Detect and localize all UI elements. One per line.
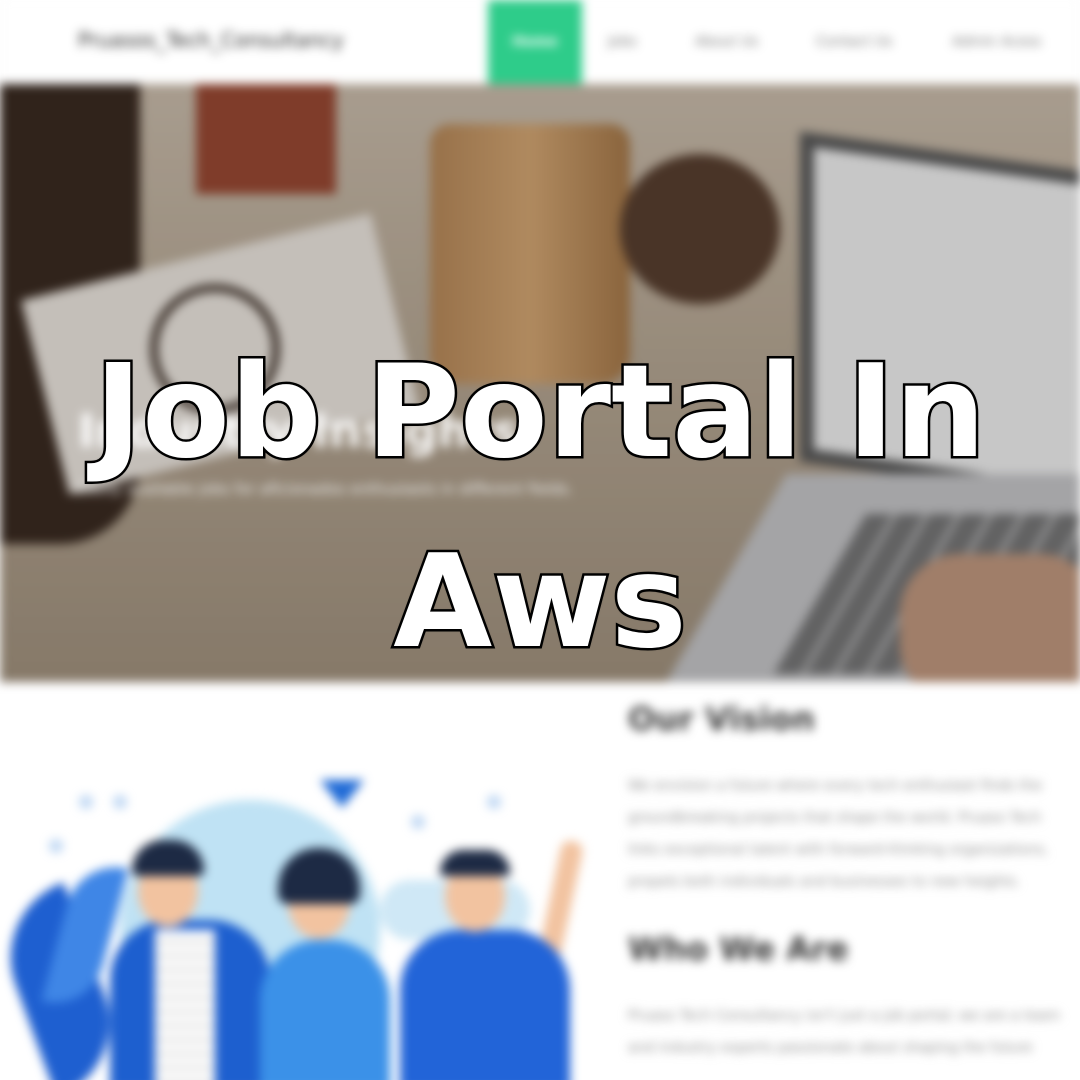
illustration-dot bbox=[412, 816, 424, 828]
vision-line: propels both individuals and businesses … bbox=[628, 874, 1021, 890]
illustration-dot bbox=[50, 840, 62, 852]
vision-title: Our Vision bbox=[628, 700, 815, 738]
navbar: Pruasos_Tech_Consultancy Home Jobs About… bbox=[0, 0, 1080, 84]
nav-contact-us[interactable]: Contact Us bbox=[816, 0, 892, 84]
illustration-dot bbox=[114, 796, 126, 808]
vision-paragraph: We envision a future where every tech en… bbox=[628, 770, 1080, 900]
overlay-title-line-2: Aws bbox=[391, 526, 690, 680]
team-people-illustration bbox=[0, 770, 600, 1080]
overlay-title-line-1: Job Portal In bbox=[92, 336, 988, 490]
nav-admin-access[interactable]: Admin Acess bbox=[952, 0, 1041, 84]
illustration-triangle bbox=[320, 780, 364, 808]
illustration-hair bbox=[440, 850, 510, 876]
nav-about-us[interactable]: About Us bbox=[695, 0, 758, 84]
nav-home[interactable]: Home bbox=[488, 0, 582, 84]
illustration-person-right bbox=[400, 930, 570, 1080]
who-we-are-paragraph: Pruaso Tech Consultancy isn't just a job… bbox=[628, 1000, 1080, 1080]
nav-jobs[interactable]: Jobs bbox=[608, 0, 637, 84]
illustration-dot bbox=[80, 796, 92, 808]
who-we-are-line: and industry experts passionate about sh… bbox=[628, 1040, 1033, 1056]
who-we-are-line: Pruaso Tech Consultancy isn't just a job… bbox=[628, 1008, 1061, 1024]
vision-line: We envision a future where every tech en… bbox=[628, 778, 1043, 794]
who-we-are-title: Who We Are bbox=[628, 930, 849, 968]
overlay-title: Job Portal In Aws bbox=[0, 318, 1080, 698]
illustration-striped-shirt bbox=[155, 930, 215, 1080]
illustration-person-middle bbox=[260, 940, 390, 1080]
vision-line: groundbreaking projects that shape the w… bbox=[628, 810, 1042, 826]
illustration-dot bbox=[488, 796, 500, 808]
vision-line: links exceptional talent with forward-th… bbox=[628, 842, 1049, 858]
brand-logo-text[interactable]: Pruasos_Tech_Consultancy bbox=[78, 28, 344, 52]
